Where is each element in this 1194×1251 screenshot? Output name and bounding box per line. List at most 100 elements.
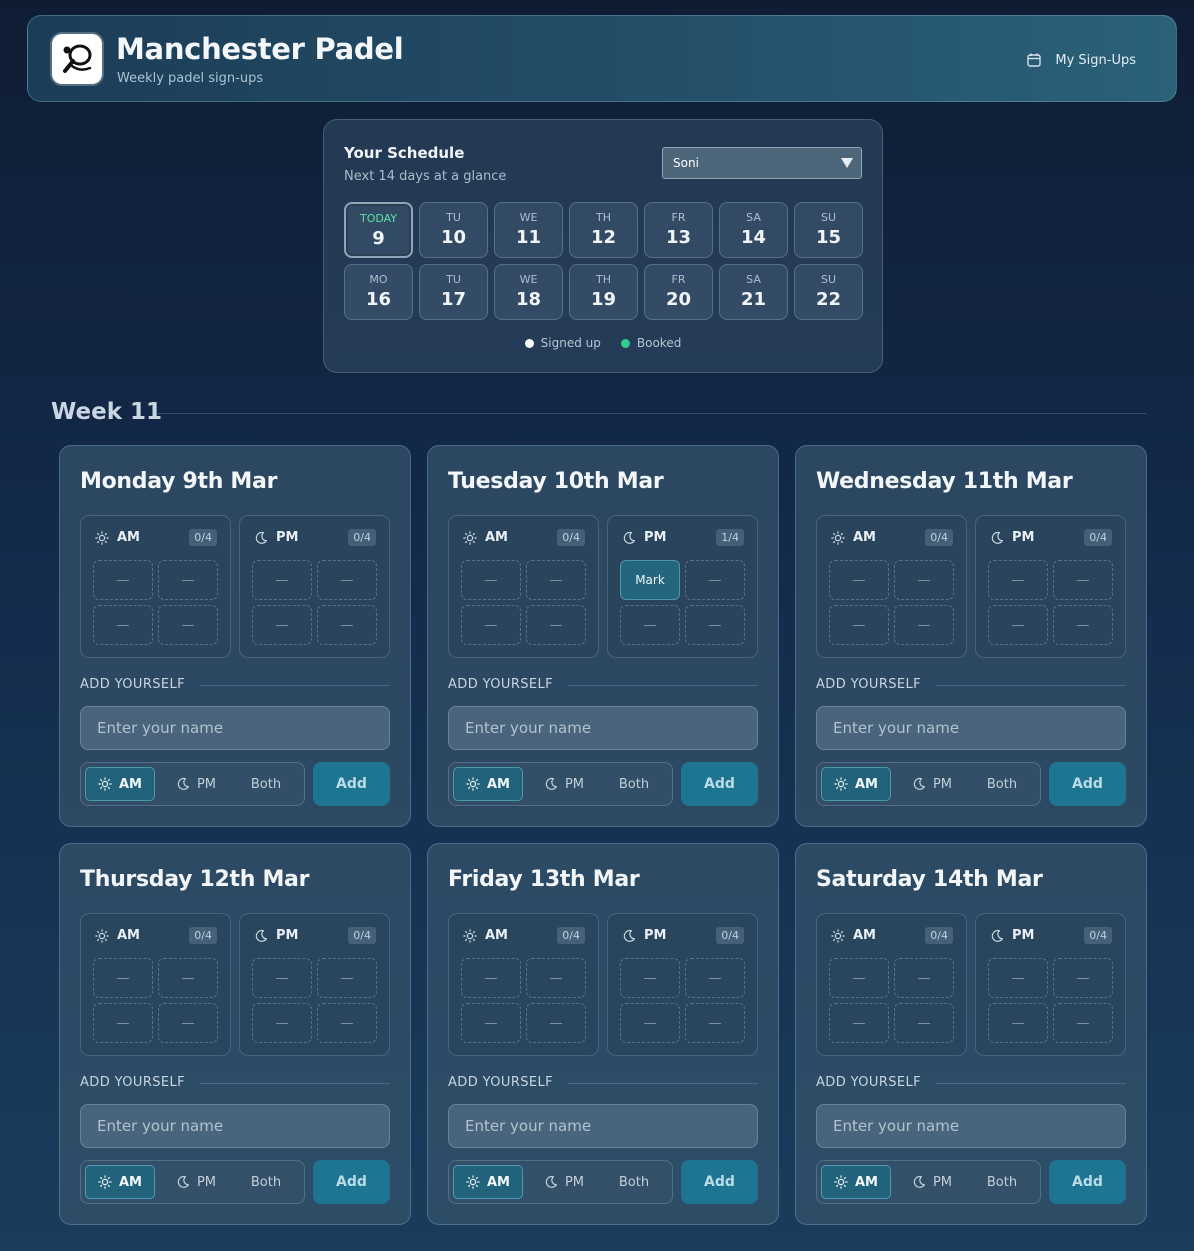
both-option[interactable]: Both [233,767,299,801]
name-input[interactable] [448,706,758,750]
session-selector: AM PM Both [80,762,305,806]
dropdown-arrow-icon [841,158,853,168]
both-option[interactable]: Both [969,767,1035,801]
day-number: 12 [590,227,617,248]
add-button[interactable]: Add [313,762,390,806]
empty-slot: — [620,1003,680,1043]
add-divider [200,1083,390,1084]
empty-slot: — [93,605,153,645]
am-session: AM 0/4— — — — [448,515,599,658]
empty-slot: — [526,1003,586,1043]
name-input[interactable] [80,1104,390,1148]
name-input[interactable] [816,706,1126,750]
schedule-day-13[interactable]: FR 13 [644,202,713,258]
pm-session-header: PM [622,928,666,943]
day-number: 17 [440,289,467,310]
add-button[interactable]: Add [681,762,758,806]
sun-icon [463,530,477,545]
week-divider [154,413,1146,414]
both-option[interactable]: Both [233,1165,299,1199]
am-option[interactable]: AM [85,767,155,801]
moon-icon [912,1175,926,1189]
pm-option[interactable]: PM [897,767,967,801]
empty-slot: — [1053,958,1113,998]
day-weekday: WE [519,273,538,286]
session-label: AM [853,530,876,545]
am-option[interactable]: AM [453,1165,523,1199]
empty-slot: — [685,560,745,600]
empty-slot: — [829,560,889,600]
schedule-day-12[interactable]: TH 12 [569,202,638,258]
pm-option[interactable]: PM [161,1165,231,1199]
day-number: 19 [590,289,617,310]
both-option[interactable]: Both [969,1165,1035,1199]
name-input[interactable] [80,706,390,750]
schedule-day-15[interactable]: SU 15 [794,202,863,258]
schedule-day-21[interactable]: SA 21 [719,264,788,320]
pm-session: PM 0/4— — — — [239,913,390,1056]
am-option[interactable]: AM [453,767,523,801]
empty-slot: — [1053,1003,1113,1043]
session-selector: AM PM Both [448,1160,673,1204]
both-option[interactable]: Both [601,767,667,801]
player-chip[interactable]: Mark [620,560,680,600]
add-yourself-label: ADD YOURSELF [80,1075,186,1090]
schedule-day-22[interactable]: SU 22 [794,264,863,320]
schedule-day-11[interactable]: WE 11 [494,202,563,258]
add-button[interactable]: Add [1049,1160,1126,1204]
sun-icon [98,777,112,791]
add-button[interactable]: Add [1049,762,1126,806]
week-heading: Week 11 [51,399,163,425]
empty-slot: — [526,958,586,998]
add-button[interactable]: Add [681,1160,758,1204]
both-option[interactable]: Both [601,1165,667,1199]
schedule-day-9[interactable]: TODAY 9 [344,202,413,258]
pm-option[interactable]: PM [529,1165,599,1199]
empty-slot: — [894,1003,954,1043]
am-option[interactable]: AM [85,1165,155,1199]
sun-icon [95,928,109,943]
day-number: 10 [440,227,467,248]
schedule-day-17[interactable]: TU 17 [419,264,488,320]
pm-session: PM 0/4— — — — [239,515,390,658]
day-card: Saturday 14th Mar AM 0/4— — — — PM 0/4— — — — ADD Y… [795,843,1147,1225]
day-weekday: SA [746,273,761,286]
add-divider [936,1083,1126,1084]
session-label: PM [276,928,299,943]
empty-slot: — [829,605,889,645]
day-grid: TODAY 9 TU 10 WE 11 TH 12 FR 13 SA 14 SU 15 MO 16 TU 17 WE… [344,202,863,320]
sun-icon [466,1175,480,1189]
empty-slot: — [317,560,377,600]
name-input[interactable] [816,1104,1126,1148]
schedule-title: Your Schedule [344,144,465,162]
schedule-day-10[interactable]: TU 10 [419,202,488,258]
sun-icon [834,1175,848,1189]
pm-option[interactable]: PM [161,767,231,801]
empty-slot: — [158,958,218,998]
app-title: Manchester Padel [116,32,404,66]
user-select[interactable]: Soni [662,147,862,179]
pm-option[interactable]: PM [897,1165,967,1199]
empty-slot: — [988,1003,1048,1043]
schedule-day-16[interactable]: MO 16 [344,264,413,320]
am-option[interactable]: AM [821,767,891,801]
moon-icon [544,1175,558,1189]
pm-option[interactable]: PM [529,767,599,801]
moon-icon [622,531,636,545]
am-option[interactable]: AM [821,1165,891,1199]
schedule-day-19[interactable]: TH 19 [569,264,638,320]
session-count: 1/4 [716,529,744,546]
am-session: AM 0/4— — — — [448,913,599,1056]
schedule-day-14[interactable]: SA 14 [719,202,788,258]
my-signups-button[interactable]: My Sign-Ups [1026,52,1136,68]
name-input[interactable] [448,1104,758,1148]
schedule-day-20[interactable]: FR 20 [644,264,713,320]
session-count: 0/4 [1084,927,1112,944]
empty-slot: — [1053,560,1113,600]
empty-slot: — [894,958,954,998]
add-button[interactable]: Add [313,1160,390,1204]
empty-slot: — [1053,605,1113,645]
schedule-day-18[interactable]: WE 18 [494,264,563,320]
moon-icon [176,777,190,791]
app-subtitle: Weekly padel sign-ups [117,71,264,86]
